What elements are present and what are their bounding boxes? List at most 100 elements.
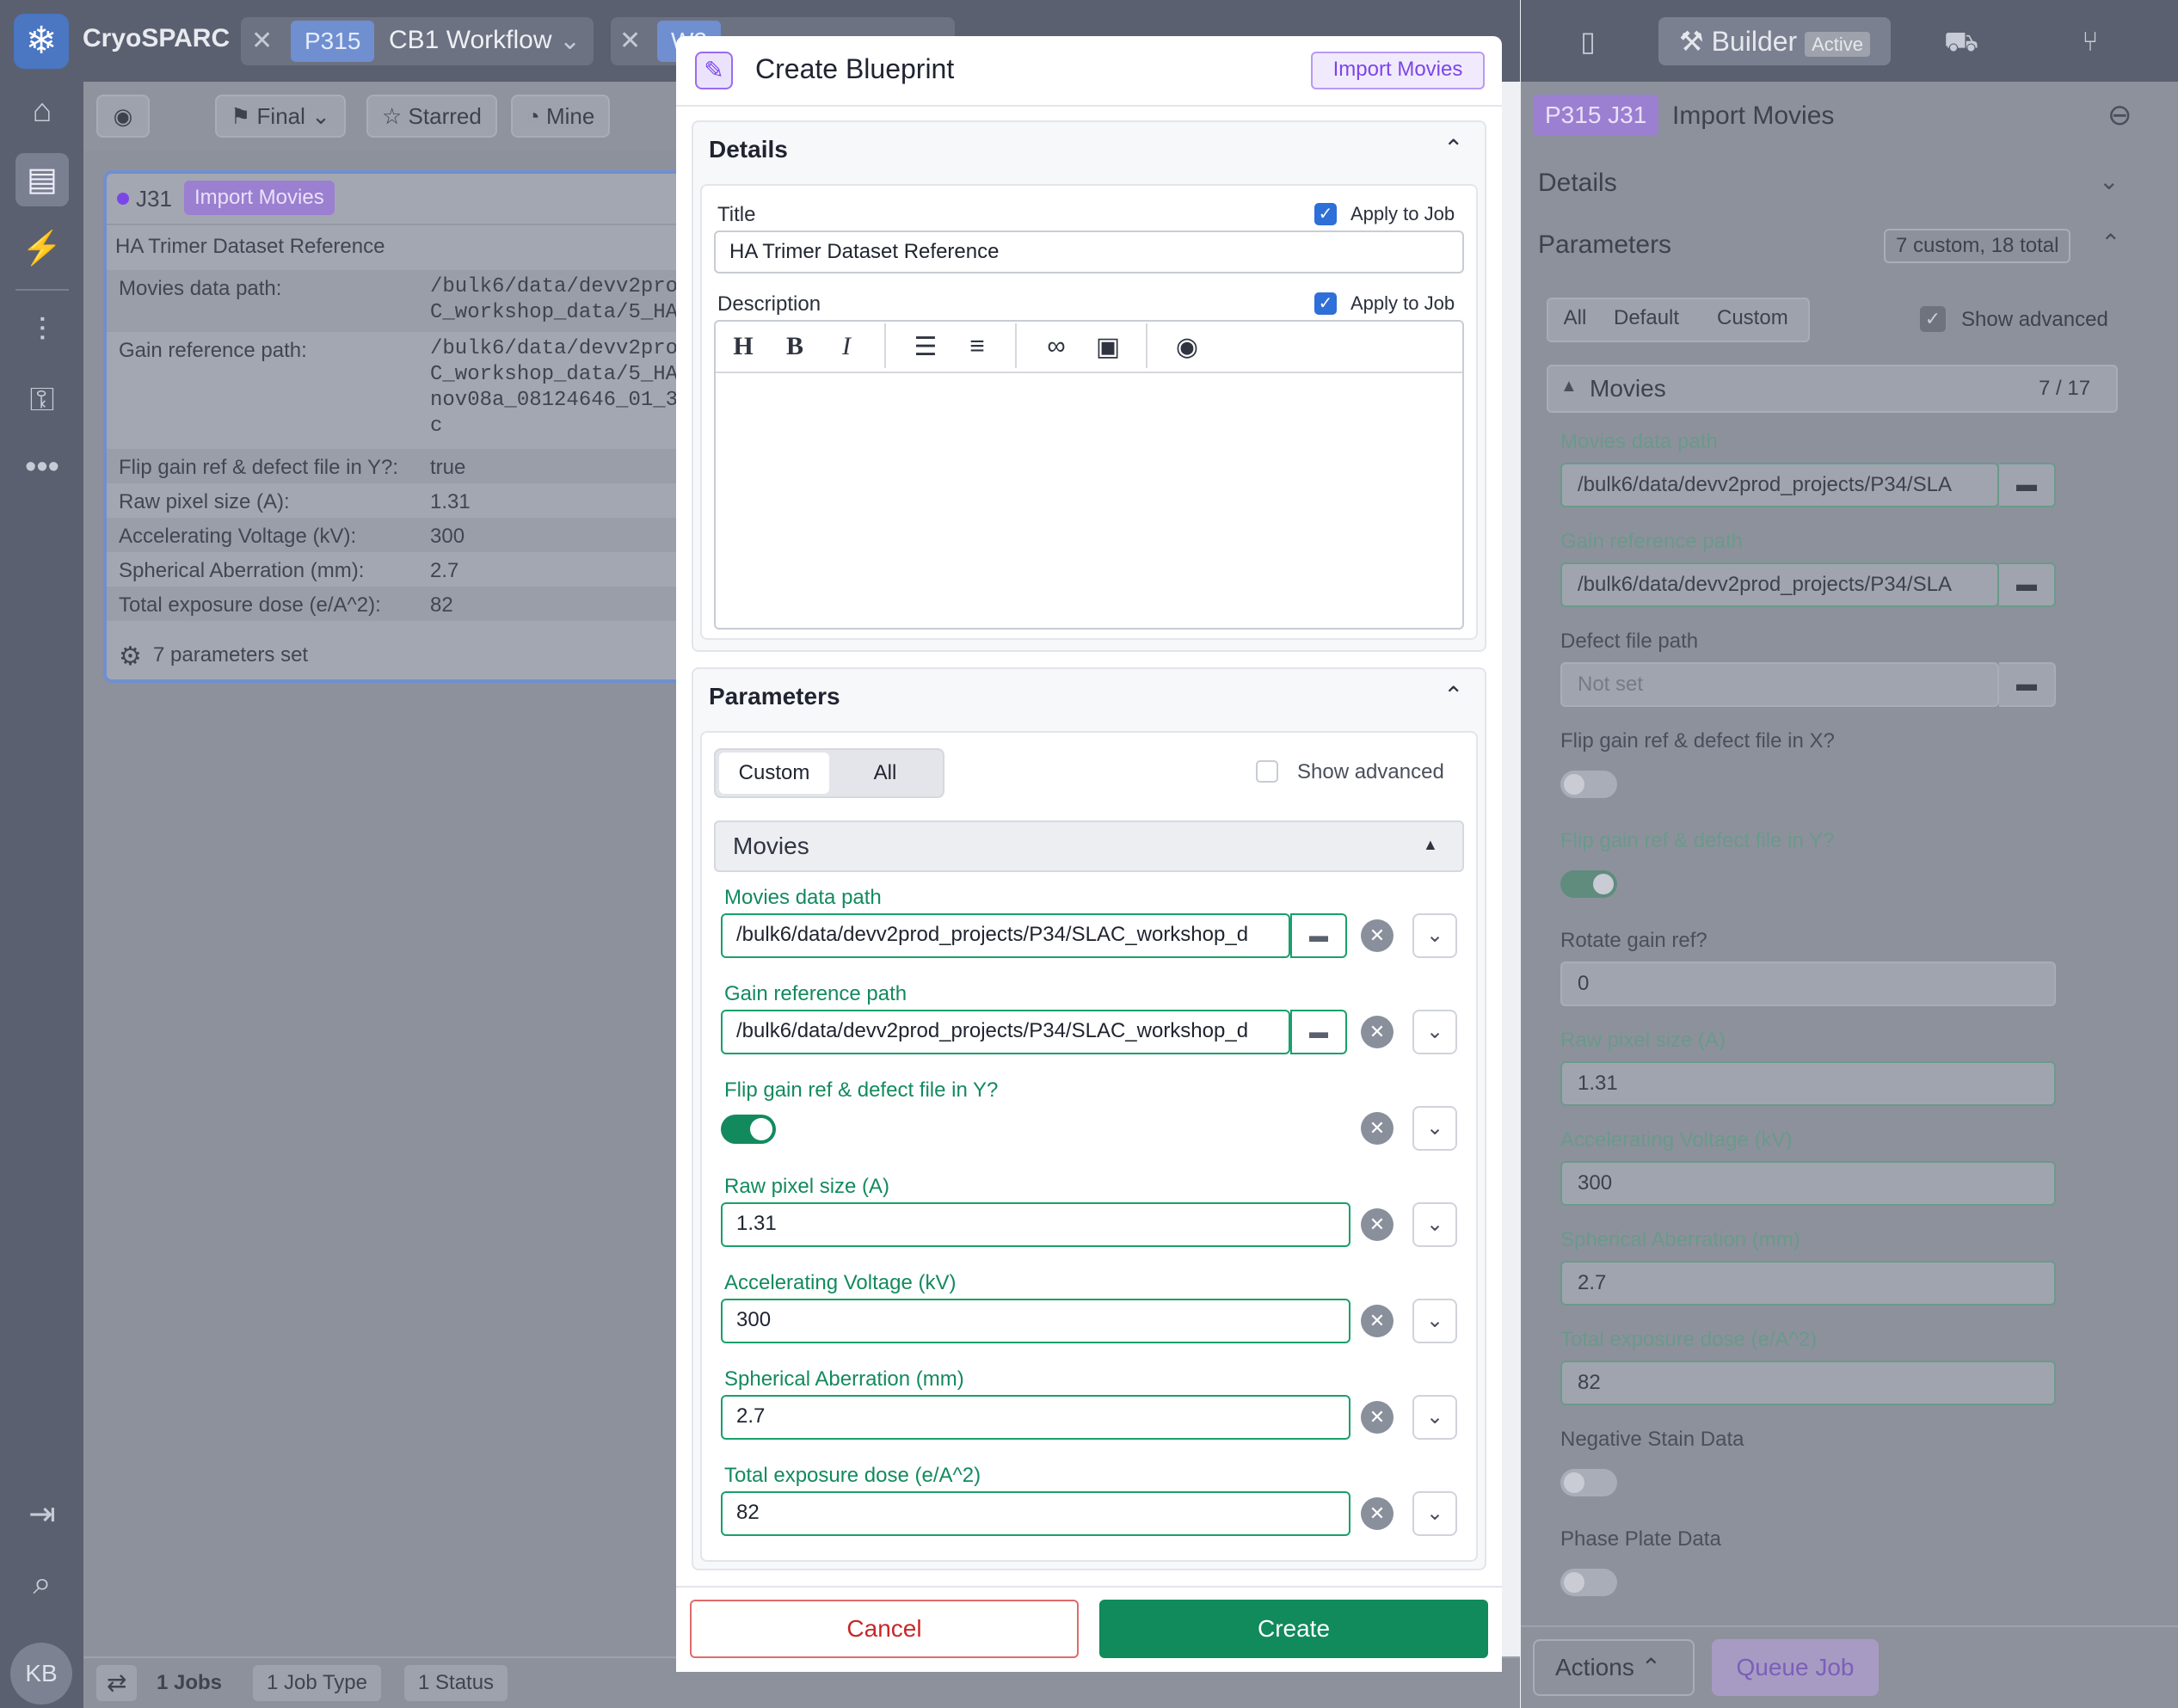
rp-gain-path-input[interactable]: /bulk6/data/devv2prod_projects/P34/SLA — [1560, 562, 1999, 607]
exposure-dose-input[interactable]: 82 — [721, 1491, 1350, 1536]
bullet-list-icon[interactable]: ☰ — [908, 332, 943, 362]
rp-flipx-toggle[interactable] — [1560, 771, 1617, 798]
filter-mine[interactable]: ◔ Mine — [511, 95, 611, 138]
folder-icon[interactable]: ▬ — [1999, 463, 2056, 507]
rp-rotate-input[interactable]: 0 — [1560, 962, 2056, 1006]
folder-icon[interactable]: ▬ — [1999, 562, 2056, 607]
folder-icon[interactable]: ▬ — [1290, 1010, 1347, 1054]
sliders-icon[interactable]: ⫶ — [15, 304, 69, 358]
clear-icon[interactable]: ✕ — [1361, 1305, 1394, 1337]
chevron-down-icon[interactable]: ⌄ — [1412, 1010, 1457, 1054]
eye-preview-icon[interactable]: ◉ — [1170, 332, 1204, 362]
cart-icon[interactable]: ⛟ — [1918, 17, 2004, 65]
seg-custom[interactable]: Custom — [719, 753, 829, 794]
clear-icon[interactable]: ✕ — [1361, 1016, 1394, 1048]
seg-all[interactable]: All — [833, 753, 938, 794]
description-textarea[interactable] — [728, 387, 1450, 611]
clear-icon[interactable]: ✕ — [1361, 1112, 1394, 1145]
search-icon[interactable]: ⌕ — [15, 1557, 69, 1610]
job-type-count[interactable]: 1 Job Type — [253, 1665, 381, 1701]
rp-seg-all[interactable]: All — [1550, 306, 1600, 330]
param-value: true — [430, 456, 466, 479]
folder-icon[interactable]: ▬ — [1290, 913, 1347, 958]
folder-icon[interactable]: ▬ — [1999, 662, 2056, 707]
home-icon[interactable]: ⌂ — [15, 84, 69, 138]
param-label: Raw pixel size (A): — [119, 490, 290, 513]
details-heading[interactable]: Details — [709, 136, 788, 163]
heading-icon[interactable]: H — [726, 332, 760, 361]
user-avatar[interactable]: KB — [10, 1643, 72, 1705]
status-count[interactable]: 1 Status — [404, 1665, 508, 1701]
spherical-aberration-input[interactable]: 2.7 — [721, 1395, 1350, 1440]
rp-details-heading[interactable]: Details — [1538, 169, 1617, 198]
clear-icon[interactable]: ✕ — [1361, 1208, 1394, 1241]
rp-movies-path-input[interactable]: /bulk6/data/devv2prod_projects/P34/SLA — [1560, 463, 1999, 507]
chevron-down-icon[interactable]: ⌄ — [1412, 1202, 1457, 1247]
movies-path-input[interactable]: /bulk6/data/devv2prod_projects/P34/SLAC_… — [721, 913, 1290, 958]
rp-parameters-heading[interactable]: Parameters — [1538, 230, 1671, 260]
rp-show-advanced-checkbox[interactable]: ✓ — [1920, 306, 1946, 332]
collapse-panel-icon[interactable]: ⊖ — [2107, 98, 2132, 132]
document-icon[interactable]: ▯ — [1545, 17, 1631, 65]
movies-group-accordion[interactable] — [714, 820, 1464, 872]
rp-phaseplate-toggle[interactable] — [1560, 1569, 1617, 1596]
chevron-down-icon[interactable]: ⌄ — [1412, 913, 1457, 958]
queue-job-button[interactable]: Queue Job — [1712, 1639, 1879, 1696]
param-label: Accelerating Voltage (kV): — [119, 525, 357, 548]
chevron-down-icon[interactable]: ⌄ — [2099, 167, 2119, 195]
close-tab-icon[interactable]: ✕ — [251, 26, 273, 56]
archive-icon[interactable]: ▤ — [15, 153, 69, 206]
rp-seg-default[interactable]: Default — [1614, 306, 1679, 330]
lightning-icon[interactable]: ⚡ — [15, 222, 69, 275]
actions-button[interactable]: Actions ⌃ — [1533, 1639, 1695, 1696]
show-advanced-checkbox[interactable] — [1256, 760, 1278, 783]
numbered-list-icon[interactable]: ≡ — [960, 332, 994, 361]
link-icon[interactable]: ∞ — [1039, 332, 1074, 361]
param-value: /bulk6/data/devv2pro — [430, 275, 679, 298]
rp-defect-path-input[interactable]: Not set — [1560, 662, 1999, 707]
params-set-count: 7 parameters set — [153, 643, 309, 667]
close-tab-icon[interactable]: ✕ — [619, 26, 641, 56]
chevron-down-icon[interactable]: ⌄ — [1412, 1106, 1457, 1151]
swap-icon[interactable]: ⇄ — [96, 1665, 138, 1701]
image-icon[interactable]: ▣ — [1091, 332, 1125, 362]
logout-icon[interactable]: ⇥ — [15, 1488, 69, 1541]
builder-tab[interactable]: ⚒ Builder Active — [1658, 17, 1891, 65]
rp-pixel-input[interactable]: 1.31 — [1560, 1061, 2056, 1106]
parameters-heading[interactable]: Parameters — [709, 683, 840, 710]
chevron-down-icon[interactable]: ⌄ — [559, 26, 581, 56]
title-input[interactable]: HA Trimer Dataset Reference — [714, 230, 1464, 273]
clear-icon[interactable]: ✕ — [1361, 1497, 1394, 1530]
eye-icon[interactable]: ◉ — [96, 95, 150, 138]
rp-field-label: Flip gain ref & defect file in Y? — [1560, 829, 1835, 852]
rp-voltage-input[interactable]: 300 — [1560, 1161, 2056, 1206]
filter-final[interactable]: ⚑ Final ⌄ — [215, 95, 346, 138]
key-icon[interactable]: ⚿ — [15, 373, 69, 427]
cancel-button[interactable]: Cancel — [690, 1600, 1079, 1658]
chevron-up-icon[interactable]: ⌃ — [1443, 681, 1463, 710]
rp-negstain-toggle[interactable] — [1560, 1469, 1617, 1496]
clear-icon[interactable]: ✕ — [1361, 1401, 1394, 1434]
rp-cs-input[interactable]: 2.7 — [1560, 1261, 2056, 1306]
filter-starred[interactable]: ☆ Starred — [366, 95, 497, 138]
voltage-input[interactable]: 300 — [721, 1299, 1350, 1343]
chevron-up-icon[interactable]: ⌃ — [2101, 229, 2120, 257]
gain-path-input[interactable]: /bulk6/data/devv2prod_projects/P34/SLAC_… — [721, 1010, 1290, 1054]
chevron-down-icon[interactable]: ⌄ — [1412, 1395, 1457, 1440]
apply-description-checkbox[interactable]: ✓ — [1314, 292, 1337, 315]
pixel-size-input[interactable]: 1.31 — [721, 1202, 1350, 1247]
chevron-up-icon[interactable]: ⌃ — [1443, 134, 1463, 163]
bold-icon[interactable]: B — [778, 332, 812, 361]
workflow-icon[interactable]: ⑂ — [2047, 17, 2133, 65]
rp-flipy-toggle[interactable] — [1560, 870, 1617, 898]
chevron-down-icon[interactable]: ⌄ — [1412, 1491, 1457, 1536]
create-button[interactable]: Create — [1099, 1600, 1488, 1658]
rp-seg-custom[interactable]: Custom — [1717, 306, 1788, 330]
apply-title-checkbox[interactable]: ✓ — [1314, 203, 1337, 225]
rp-dose-input[interactable]: 82 — [1560, 1361, 2056, 1405]
more-icon[interactable]: ••• — [15, 440, 69, 494]
app-logo[interactable]: ❄ — [14, 14, 69, 69]
chevron-down-icon[interactable]: ⌄ — [1412, 1299, 1457, 1343]
italic-icon[interactable]: I — [829, 332, 864, 361]
clear-icon[interactable]: ✕ — [1361, 919, 1394, 952]
